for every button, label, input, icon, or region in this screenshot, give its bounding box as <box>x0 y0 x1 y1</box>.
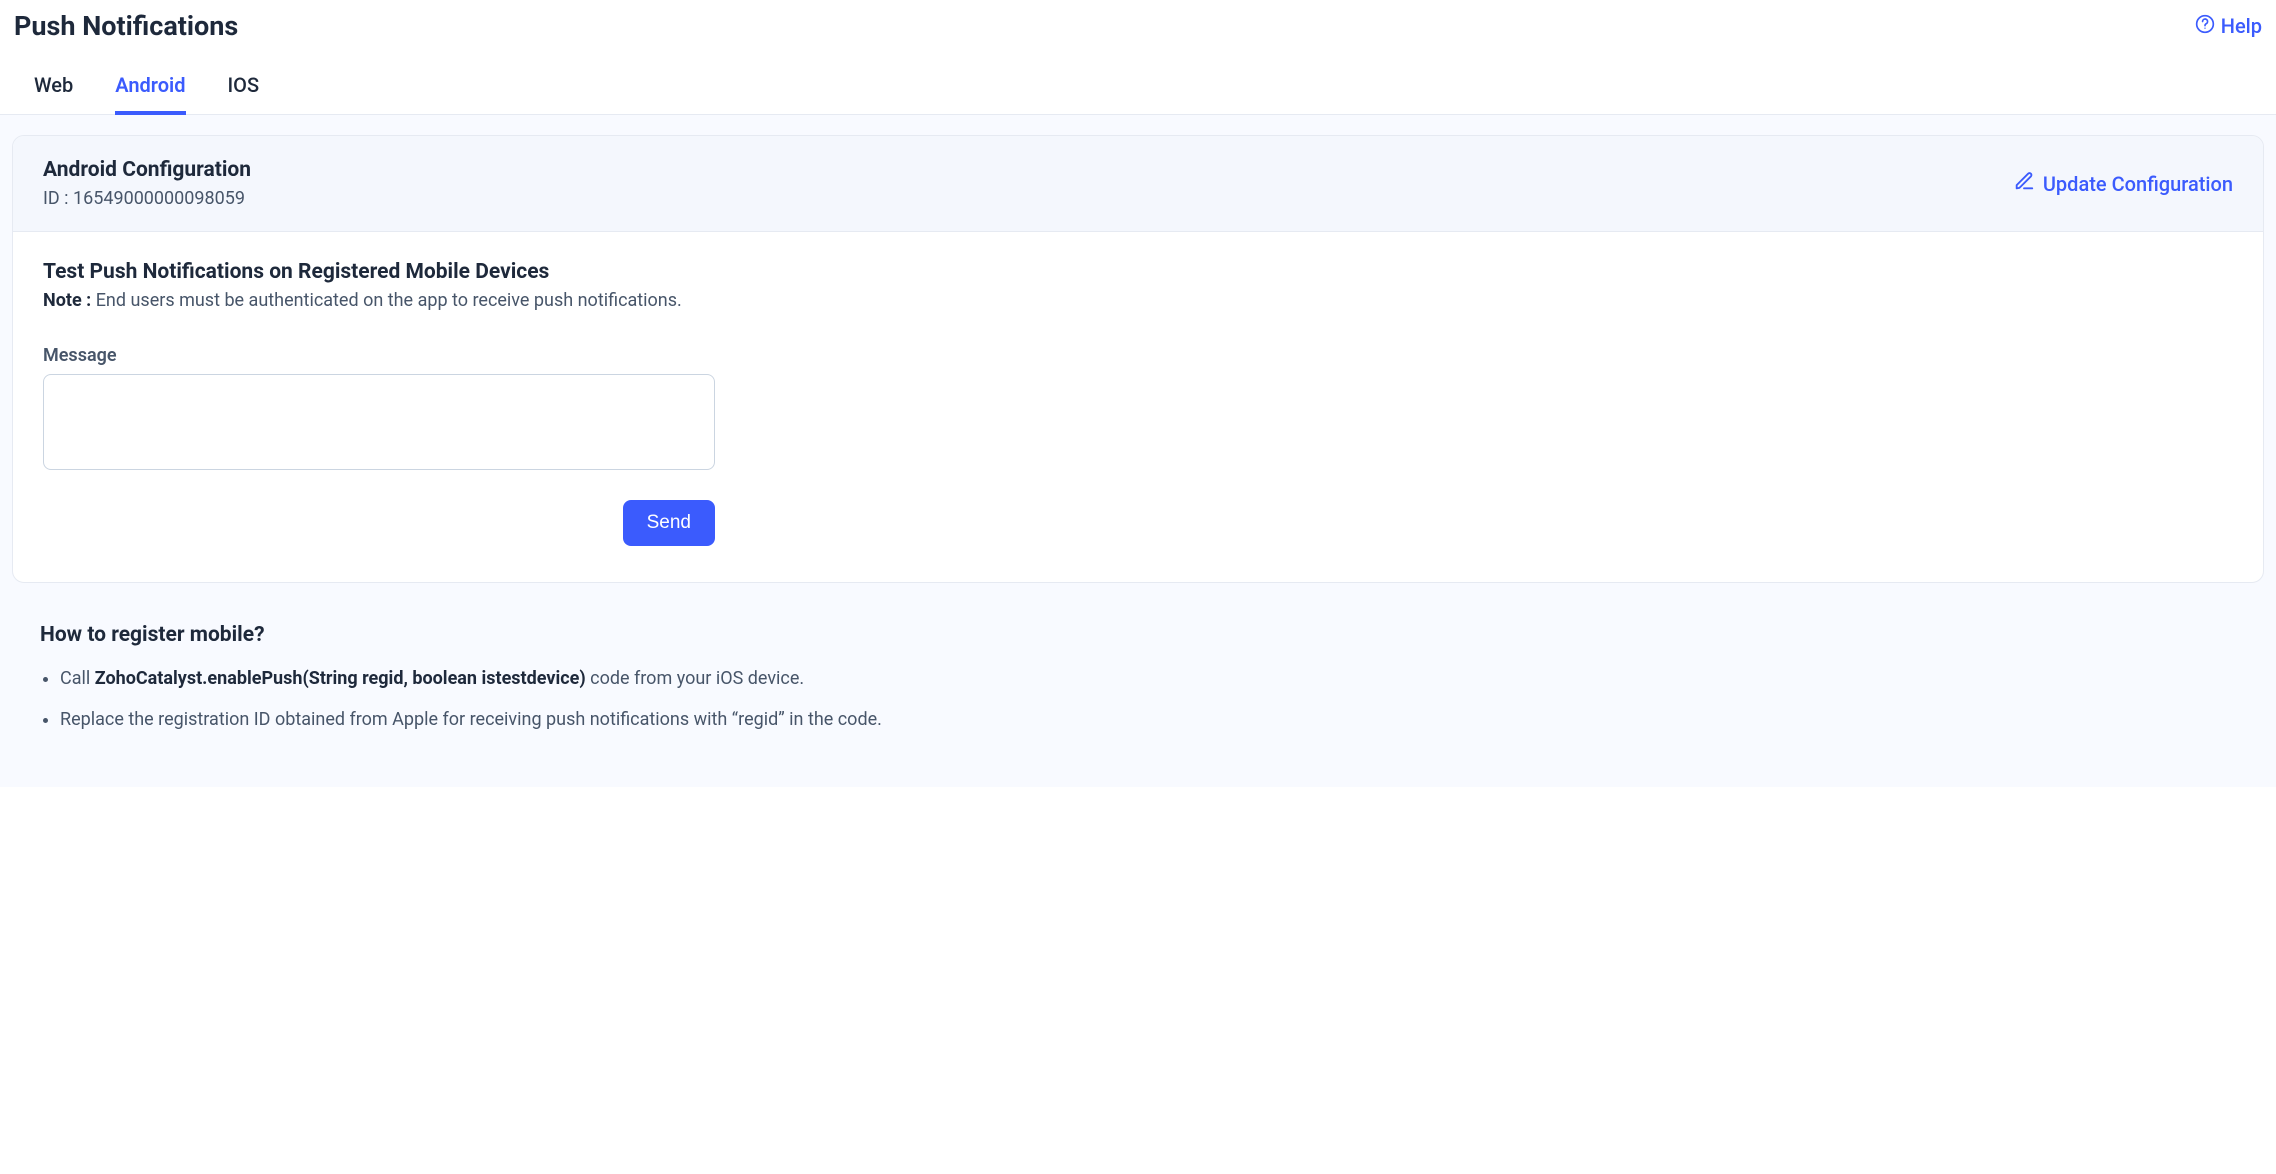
update-config-label: Update Configuration <box>2043 172 2233 196</box>
howto-item: Call ZohoCatalyst.enablePush(String regi… <box>60 665 2236 692</box>
howto-item-prefix: Call <box>60 668 95 689</box>
page-title: Push Notifications <box>14 10 238 42</box>
test-heading: Test Push Notifications on Registered Mo… <box>43 260 2233 284</box>
tabs: Web Android IOS <box>0 42 2276 115</box>
send-button[interactable]: Send <box>623 500 715 546</box>
note-label: Note : <box>43 290 91 311</box>
help-label: Help <box>2221 14 2262 38</box>
note-line: Note : End users must be authenticated o… <box>43 290 2233 311</box>
help-icon <box>2195 14 2215 39</box>
message-label: Message <box>43 345 715 366</box>
message-input[interactable] <box>43 374 715 470</box>
howto-item-suffix: Replace the registration ID obtained fro… <box>60 709 882 730</box>
tab-android[interactable]: Android <box>115 73 185 115</box>
howto-heading: How to register mobile? <box>40 623 2236 647</box>
config-id: ID : 16549000000098059 <box>43 188 251 209</box>
help-link[interactable]: Help <box>2195 14 2262 39</box>
howto-item: Replace the registration ID obtained fro… <box>60 706 2236 733</box>
howto-item-code: ZohoCatalyst.enablePush(String regid, bo… <box>95 668 586 689</box>
update-config-link[interactable]: Update Configuration <box>2013 170 2233 197</box>
edit-icon <box>2013 170 2035 197</box>
note-text: End users must be authenticated on the a… <box>96 290 682 311</box>
config-title: Android Configuration <box>43 158 251 182</box>
howto-list: Call ZohoCatalyst.enablePush(String regi… <box>40 665 2236 733</box>
tab-web[interactable]: Web <box>34 73 73 115</box>
howto-item-suffix: code from your iOS device. <box>586 668 804 689</box>
config-card: Android Configuration ID : 1654900000009… <box>12 135 2264 583</box>
tab-ios[interactable]: IOS <box>228 73 260 115</box>
